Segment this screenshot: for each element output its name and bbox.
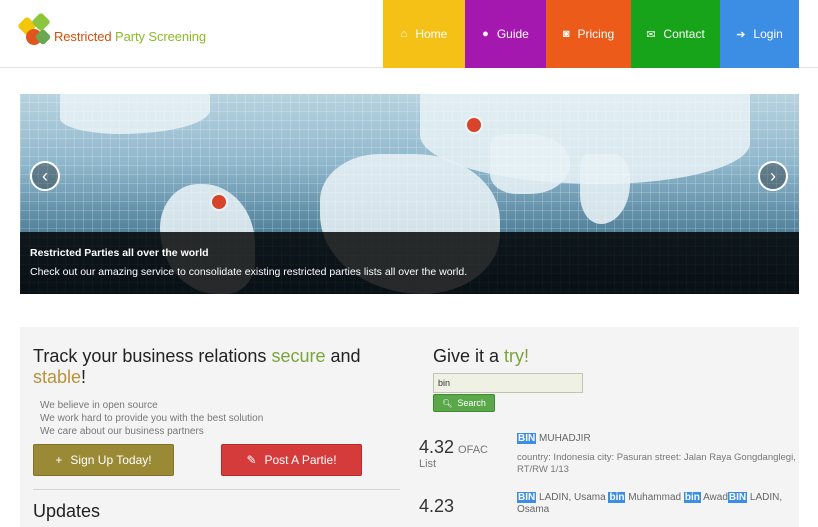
sign-up-button[interactable]: + Sign Up Today! [33, 444, 174, 476]
nav-contact[interactable]: ✉ Contact [631, 0, 720, 68]
envelope-icon: ✉ [646, 28, 656, 41]
result-score: 4.23 [419, 496, 455, 516]
belief-item: We care about our business partners [40, 426, 204, 437]
updates-heading: Updates [33, 501, 101, 521]
nav-login[interactable]: ➔ Login [720, 0, 799, 68]
home-icon: ⌂ [400, 28, 408, 40]
search-icon: 🔍︎ [442, 398, 453, 408]
caption-text: Check out our amazing service to consoli… [30, 266, 468, 278]
belief-item: We believe in open source [40, 400, 158, 411]
main-nav: ⌂ Home ● Guide ◙ Pricing ✉ Contact ➔ Log… [383, 0, 799, 68]
try-heading: Give it a try! [433, 346, 530, 366]
beliefs-list: We believe in open source We work hard t… [40, 399, 263, 438]
chevron-left-icon: ‹ [42, 166, 48, 186]
caption-title: Restricted Parties all over the world [30, 247, 209, 259]
result-text: BIN LADIN, Usama bin Muhammad bin AwadBI… [517, 492, 783, 515]
user-icon: ● [482, 28, 489, 40]
money-icon: ◙ [562, 28, 570, 40]
chevron-right-icon: › [770, 166, 776, 186]
match-highlight: BIN [517, 492, 537, 503]
nav-contact-label: Contact [663, 27, 705, 41]
nav-home[interactable]: ⌂ Home [383, 0, 465, 68]
intro-heading: Track your business relations secure and… [33, 346, 361, 387]
match-highlight: bin [608, 492, 626, 503]
pencil-icon: ✎ [246, 453, 257, 467]
carousel-next-button[interactable]: › [758, 161, 788, 191]
match-highlight: bin [683, 492, 701, 503]
match-highlight: BIN [517, 433, 537, 444]
result-text: BIN MUHADJIR country: Indonesia city: Pa… [517, 433, 799, 476]
divider [33, 489, 400, 490]
map-marker [467, 118, 481, 132]
search-input[interactable] [433, 373, 583, 393]
hero-carousel: ‹ › Restricted Parties all over the worl… [20, 94, 799, 294]
result-score: 4.32 OFAC List [419, 437, 488, 470]
carousel-caption: Restricted Parties all over the world Ch… [20, 232, 799, 294]
result-detail: country: Indonesia city: Pasuran street:… [517, 452, 796, 475]
sign-in-icon: ➔ [736, 28, 746, 41]
nav-pricing[interactable]: ◙ Pricing [546, 0, 631, 68]
plus-icon: + [55, 453, 63, 467]
carousel-prev-button[interactable]: ‹ [30, 161, 60, 191]
post-partie-button[interactable]: ✎ Post A Partie! [221, 444, 362, 476]
nav-login-label: Login [753, 27, 783, 41]
content-panel: Track your business relations secure and… [20, 327, 799, 527]
post-partie-label: Post A Partie! [264, 453, 337, 467]
map-marker [212, 195, 226, 209]
nav-pricing-label: Pricing [577, 27, 615, 41]
site-logo[interactable]: Restricted Party Screening [17, 12, 207, 52]
search-button[interactable]: 🔍︎ Search [433, 394, 495, 412]
sign-up-label: Sign Up Today! [70, 453, 152, 467]
nav-guide-label: Guide [496, 27, 529, 41]
nav-guide[interactable]: ● Guide [465, 0, 546, 68]
match-highlight: BIN [727, 492, 748, 503]
logo-text: Restricted Party Screening [54, 28, 207, 44]
nav-home-label: Home [415, 27, 448, 41]
logo-icon [17, 12, 52, 49]
site-header: Restricted Party Screening ⌂ Home ● Guid… [0, 0, 818, 68]
search-button-label: Search [457, 398, 486, 408]
belief-item: We work hard to provide you with the bes… [40, 413, 264, 424]
